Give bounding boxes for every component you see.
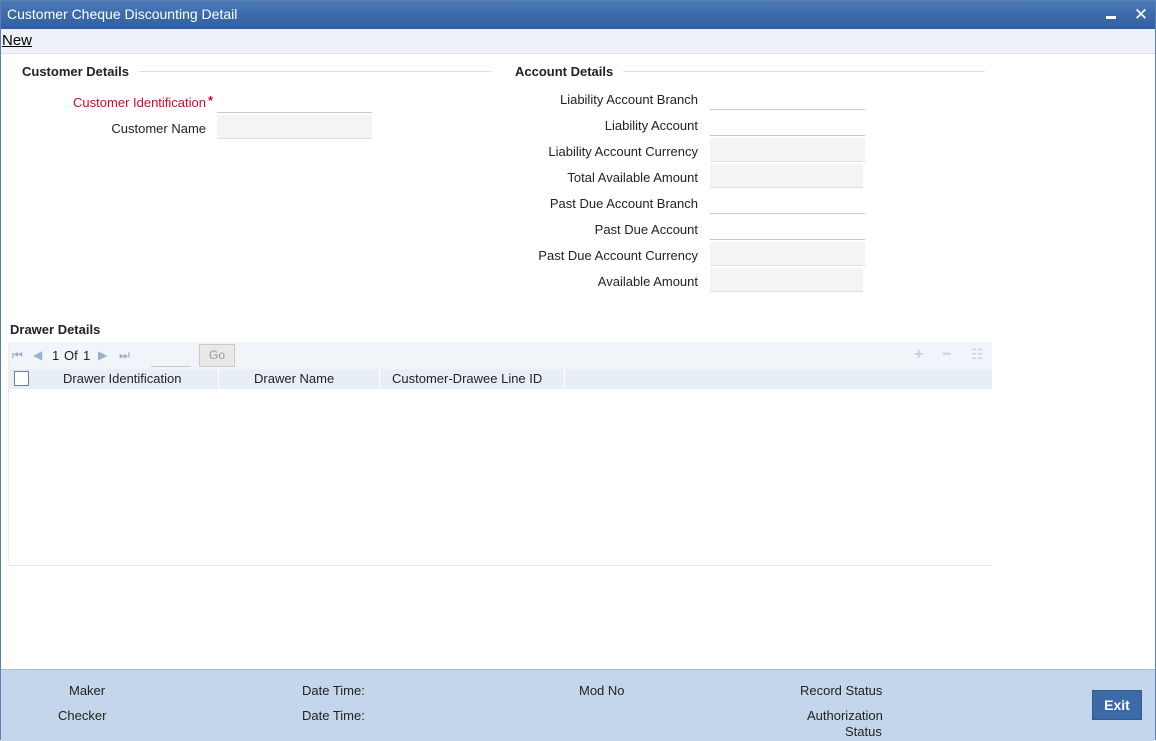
maker-date-time-label: Date Time: xyxy=(302,683,365,698)
single-view-icon[interactable]: ☷ xyxy=(971,346,984,363)
record-status-label: Record Status xyxy=(800,683,883,698)
customer-details-divider xyxy=(139,71,491,72)
exit-button[interactable]: Exit xyxy=(1092,690,1142,720)
available-amount-field xyxy=(710,268,863,292)
window-title: Customer Cheque Discounting Detail xyxy=(7,6,238,22)
close-icon[interactable]: ✕ xyxy=(1131,5,1151,25)
page-of-label: Of xyxy=(64,348,78,363)
liability-account-label: Liability Account xyxy=(604,118,698,133)
drawer-details-heading: Drawer Details xyxy=(10,322,101,337)
new-link[interactable]: New xyxy=(2,32,32,49)
minimize-icon[interactable] xyxy=(1101,5,1121,25)
select-all-checkbox[interactable] xyxy=(14,371,29,386)
column-customer-drawee-line-id[interactable]: Customer-Drawee Line ID xyxy=(381,369,565,389)
authorization-status-label: Status xyxy=(845,724,882,739)
checker-date-time-label: Date Time: xyxy=(302,708,365,723)
column-drawer-identification[interactable]: Drawer Identification xyxy=(36,369,219,389)
menu-bar: New xyxy=(1,29,1155,54)
liability-account-branch-input[interactable] xyxy=(710,86,865,110)
customer-identification-input[interactable] xyxy=(217,89,372,113)
current-page: 1 xyxy=(52,348,60,363)
next-page-icon[interactable]: ▶ xyxy=(98,348,107,362)
past-due-account-currency-field xyxy=(710,242,865,266)
liability-account-currency-field xyxy=(710,138,865,162)
previous-page-icon[interactable]: ◀ xyxy=(33,348,42,362)
required-marker: * xyxy=(208,93,214,108)
last-page-icon[interactable]: ⏭ xyxy=(119,348,130,363)
grid-header-row: Drawer Identification Drawer Name Custom… xyxy=(9,369,992,389)
delete-row-icon[interactable]: − xyxy=(942,346,951,364)
customer-identification-label-text: Customer Identification xyxy=(73,95,206,110)
checker-label: Checker xyxy=(58,708,107,723)
past-due-account-label: Past Due Account xyxy=(594,222,698,237)
column-drawer-name[interactable]: Drawer Name xyxy=(220,369,380,389)
account-details-heading: Account Details xyxy=(515,64,614,79)
total-pages: 1 xyxy=(83,348,91,363)
liability-account-input[interactable] xyxy=(710,112,865,136)
account-details-divider xyxy=(623,71,985,72)
liability-account-branch-label: Liability Account Branch xyxy=(559,92,698,107)
past-due-account-input[interactable] xyxy=(710,216,865,240)
customer-name-label: Customer Name xyxy=(111,121,206,136)
maker-label: Maker xyxy=(69,683,106,698)
add-row-icon[interactable]: + xyxy=(914,346,923,364)
mod-no-label: Mod No xyxy=(579,683,625,698)
customer-identification-label: Customer Identification xyxy=(21,95,206,110)
drawer-details-grid: ⏮ ◀ 1 Of 1 ▶ ⏭ Go + − ☷ Drawer Identific… xyxy=(8,342,992,566)
liability-account-currency-label: Liability Account Currency xyxy=(548,144,698,159)
main-window: Customer Cheque Discounting Detail ✕ New… xyxy=(0,0,1156,741)
past-due-account-branch-input[interactable] xyxy=(710,190,865,214)
total-available-amount-field xyxy=(710,164,863,188)
title-bar: Customer Cheque Discounting Detail ✕ xyxy=(1,1,1155,29)
past-due-account-currency-label: Past Due Account Currency xyxy=(538,248,698,263)
page-number-input[interactable] xyxy=(151,345,191,367)
go-button[interactable]: Go xyxy=(199,344,235,367)
available-amount-label: Available Amount xyxy=(597,274,698,289)
audit-footer: Maker Checker Date Time: Date Time: Mod … xyxy=(1,669,1155,741)
total-available-amount-label: Total Available Amount xyxy=(567,170,698,185)
authorization-label: Authorization xyxy=(807,708,883,723)
first-page-icon[interactable]: ⏮ xyxy=(12,348,23,363)
customer-details-heading: Customer Details xyxy=(22,64,129,79)
customer-name-field xyxy=(217,115,372,139)
grid-toolbar: ⏮ ◀ 1 Of 1 ▶ ⏭ Go + − ☷ xyxy=(9,342,992,369)
past-due-account-branch-label: Past Due Account Branch xyxy=(549,196,698,211)
